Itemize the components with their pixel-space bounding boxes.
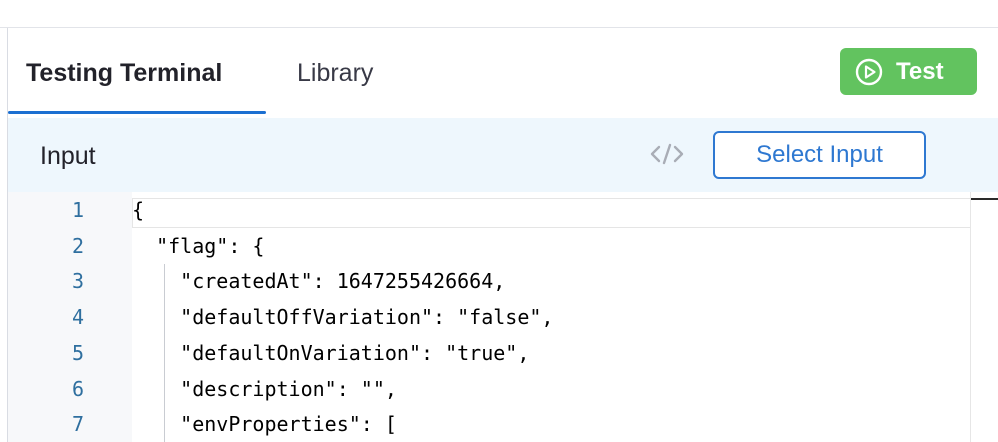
input-header: Input Select Input xyxy=(8,118,998,192)
code-line: "description": "", xyxy=(132,377,397,401)
code-line: "flag": { xyxy=(132,234,265,258)
tab-bar: Testing Terminal Library Test xyxy=(8,28,998,118)
play-circle-icon xyxy=(855,58,883,86)
top-strip xyxy=(0,0,998,28)
code-line: "envProperties": [ xyxy=(132,412,397,436)
line-number: 3 xyxy=(71,269,84,293)
line-number: 6 xyxy=(71,377,84,401)
code-line: "createdAt": 1647255426664, xyxy=(132,269,506,293)
active-tab-indicator xyxy=(8,111,266,114)
line-number: 4 xyxy=(71,305,84,329)
line-number: 1 xyxy=(71,198,84,222)
code-line: "defaultOffVariation": "false", xyxy=(132,305,554,329)
code-line: "defaultOnVariation": "true", xyxy=(132,341,530,365)
editor-scrollbar[interactable] xyxy=(970,192,998,442)
code-icon[interactable] xyxy=(650,143,684,165)
select-input-button[interactable]: Select Input xyxy=(713,131,926,179)
code-editor[interactable]: 1 2 3 4 5 6 7 { "flag": { "createdAt": 1… xyxy=(8,192,998,442)
line-number: 7 xyxy=(71,412,84,436)
line-number: 2 xyxy=(71,234,84,258)
tab-testing-terminal[interactable]: Testing Terminal xyxy=(26,58,222,88)
current-line-highlight xyxy=(132,198,972,228)
test-button-label: Test xyxy=(896,58,944,85)
code-line: { xyxy=(132,198,145,222)
line-number-gutter: 1 2 3 4 5 6 7 xyxy=(8,192,132,442)
test-button[interactable]: Test xyxy=(840,48,977,95)
tab-library[interactable]: Library xyxy=(297,58,373,88)
input-title: Input xyxy=(40,142,96,170)
scroll-position-marker xyxy=(971,198,998,200)
line-number: 5 xyxy=(71,341,84,365)
